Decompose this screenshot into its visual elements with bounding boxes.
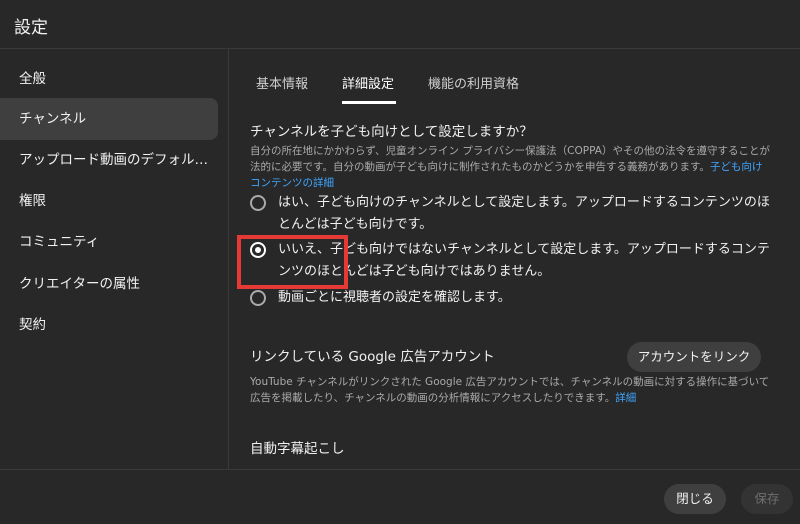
tab-feature-eligibility[interactable]: 機能の利用資格 [428, 73, 519, 92]
tab-advanced-settings[interactable]: 詳細設定 [342, 73, 394, 92]
google-ads-description-text: YouTube チャンネルがリンクされた Google 広告アカウントでは、チャ… [250, 376, 770, 404]
dialog-footer: 閉じる 保存 [0, 469, 800, 524]
audience-option-no-label: いいえ、子ども向けではないチャンネルとして設定します。アップロードするコンテンツ… [278, 242, 770, 279]
sidebar-item-agreements[interactable]: 契約 [0, 304, 218, 346]
audience-option-per-video[interactable]: 動画ごとに視聴者の設定を確認します。 [250, 287, 780, 311]
google-ads-description: YouTube チャンネルがリンクされた Google 広告アカウントでは、チャ… [250, 374, 770, 406]
sidebar-item-upload-defaults[interactable]: アップロード動画のデフォルト設定 [0, 139, 218, 181]
settings-sidebar: 全般 チャンネル アップロード動画のデフォルト設定 権限 コミュニティ クリエイ… [0, 49, 229, 469]
audience-option-no[interactable]: いいえ、子ども向けではないチャンネルとして設定します。アップロードするコンテンツ… [250, 239, 780, 283]
audience-option-yes[interactable]: はい、子ども向けのチャンネルとして設定します。アップロードするコンテンツのほとん… [250, 192, 780, 236]
auto-captions-heading: 自動字幕起こし [250, 441, 345, 457]
audience-heading: チャンネルを子ども向けとして設定しますか？ [250, 124, 533, 140]
radio-button[interactable] [250, 290, 266, 306]
audience-option-per-video-label: 動画ごとに視聴者の設定を確認します。 [278, 290, 511, 305]
link-account-button[interactable]: アカウントをリンク [627, 342, 761, 372]
dialog-header: 設定 [0, 0, 800, 49]
audience-description: 自分の所在地にかかわらず、児童オンライン プライバシー保護法（COPPA）やその… [250, 143, 770, 191]
radio-button[interactable] [250, 195, 266, 211]
audience-description-text: 自分の所在地にかかわらず、児童オンライン プライバシー保護法（COPPA）やその… [250, 145, 770, 173]
save-button[interactable]: 保存 [741, 484, 793, 514]
google-ads-heading: リンクしている Google 広告アカウント [250, 349, 495, 365]
sidebar-item-channel[interactable]: チャンネル [0, 98, 218, 140]
sidebar-item-general[interactable]: 全般 [0, 58, 218, 100]
tab-basic-info[interactable]: 基本情報 [256, 73, 308, 92]
sidebar-item-permissions[interactable]: 権限 [0, 180, 218, 222]
sidebar-item-creator-attributes[interactable]: クリエイターの属性 [0, 263, 218, 305]
radio-button-selected[interactable] [250, 242, 266, 258]
sidebar-item-community[interactable]: コミュニティ [0, 221, 218, 263]
close-button[interactable]: 閉じる [664, 484, 726, 514]
active-tab-indicator [342, 101, 396, 104]
tab-bar: 基本情報 詳細設定 機能の利用資格 [229, 49, 800, 104]
audience-option-yes-label: はい、子ども向けのチャンネルとして設定します。アップロードするコンテンツのほとん… [278, 195, 770, 232]
dialog-title: 設定 [14, 18, 48, 38]
settings-content: 基本情報 詳細設定 機能の利用資格 チャンネルを子ども向けとして設定しますか？ … [229, 49, 800, 469]
google-ads-learn-more-link[interactable]: 詳細 [615, 392, 636, 404]
